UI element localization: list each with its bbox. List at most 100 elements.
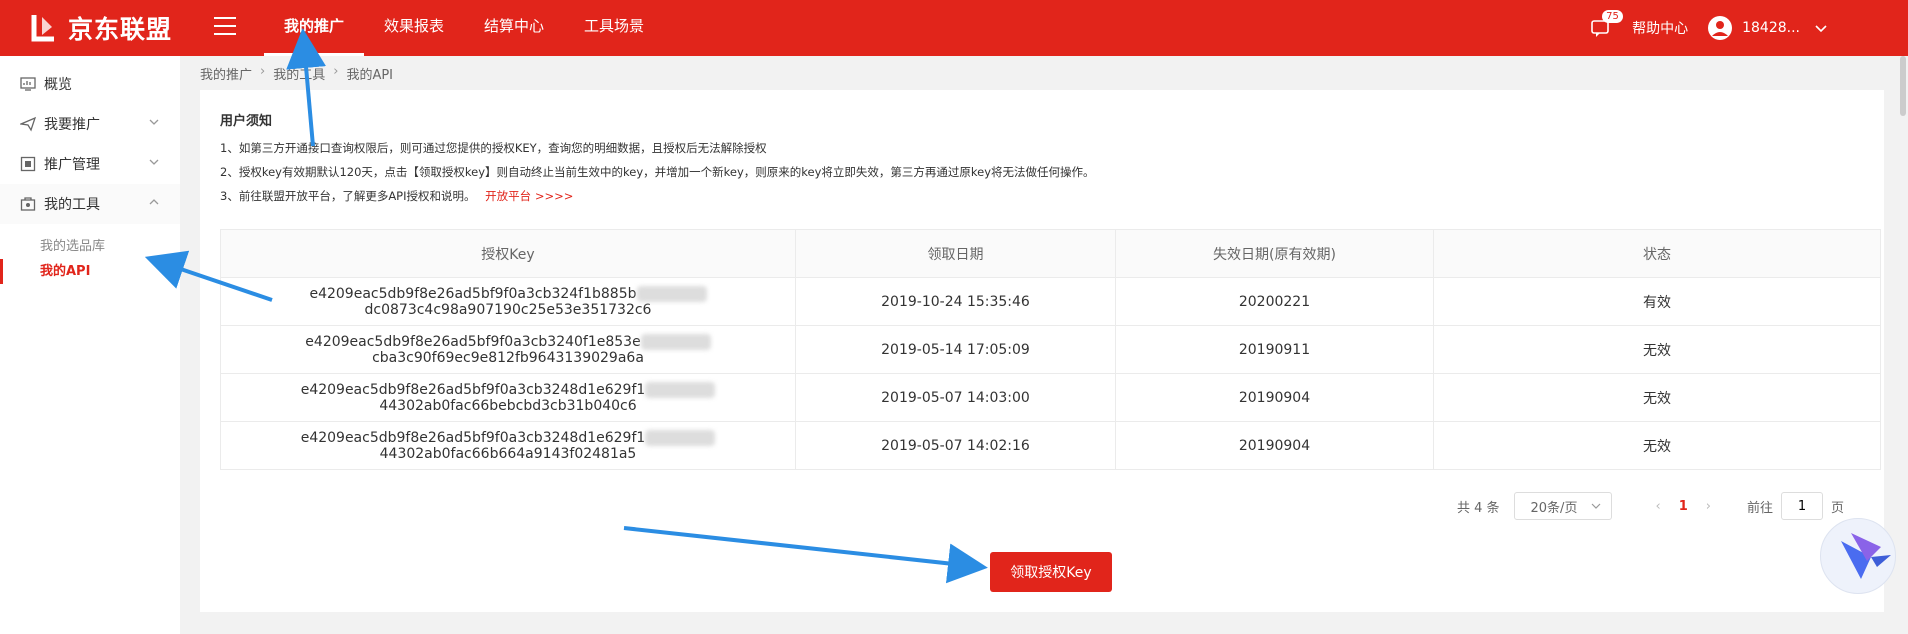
status-cell: 无效 (1433, 373, 1881, 422)
sidebar: 概览 我要推广 推广管理 我的工具 我的选品库 我的API (0, 56, 180, 634)
date-cell: 2019-05-07 14:02:16 (795, 421, 1116, 470)
key-cell: e4209eac5db9f8e26ad5bf9f0a3cb3240f1e853e… (220, 325, 796, 374)
status-cell: 有效 (1433, 277, 1881, 326)
get-auth-key-button[interactable]: 领取授权Key (990, 552, 1112, 592)
message-badge: 75 (1602, 10, 1623, 23)
expire-cell: 20190904 (1115, 373, 1434, 422)
sidebar-item-manage[interactable]: 推广管理 (0, 144, 180, 184)
status-cell: 无效 (1433, 421, 1881, 470)
expire-cell: 20190904 (1115, 421, 1434, 470)
table-header-row: 授权Key 领取日期 失效日期(原有效期) 状态 (220, 229, 1881, 278)
sidebar-item-label: 推广管理 (44, 157, 100, 173)
message-icon[interactable]: 75 (1590, 10, 1623, 38)
key-cell: e4209eac5db9f8e26ad5bf9f0a3cb324f1b885bd… (220, 277, 796, 326)
key-part-a: e4209eac5db9f8e26ad5bf9f0a3cb3240f1e853e (305, 333, 641, 350)
chevron-up-icon (149, 199, 159, 205)
expire-cell: 20200221 (1115, 277, 1434, 326)
menu-toggle-icon[interactable] (214, 17, 236, 37)
table-row: e4209eac5db9f8e26ad5bf9f0a3cb3240f1e853e… (220, 325, 1881, 374)
status-cell: 无效 (1433, 325, 1881, 374)
key-part-b: 44302ab0fac66b664a9143f02481a5 (379, 445, 637, 462)
chevron-down-icon (1591, 503, 1600, 509)
api-key-table: 授权Key 领取日期 失效日期(原有效期) 状态 e4209eac5db9f8e… (220, 229, 1881, 470)
breadcrumb-item-current: 我的API (346, 68, 394, 83)
notice-line-3: 3、前往联盟开放平台，了解更多API授权和说明。 开放平台 >>>> (220, 188, 573, 204)
sidebar-item-label: 我的工具 (44, 197, 100, 213)
sidebar-item-overview[interactable]: 概览 (0, 64, 180, 104)
page-size-select[interactable]: 20条/页 (1513, 492, 1612, 520)
goto-label: 前往 (1746, 500, 1773, 516)
sidebar-sub-item-selection[interactable]: 我的选品库 (0, 234, 180, 259)
manage-icon (20, 156, 36, 172)
dashboard-icon (20, 77, 36, 91)
column-header-status: 状态 (1433, 229, 1881, 278)
total-count: 共 4 条 (1456, 500, 1500, 516)
expire-cell: 20190911 (1115, 325, 1434, 374)
next-page-icon[interactable]: › (1706, 499, 1711, 514)
sidebar-item-label: 我要推广 (44, 117, 100, 133)
username[interactable]: 18428... (1742, 20, 1800, 36)
key-part-b: 44302ab0fac66bebcbd3cb31b040c6 (379, 397, 637, 414)
prev-page-icon[interactable]: ‹ (1656, 499, 1661, 514)
sidebar-item-tools[interactable]: 我的工具 (0, 184, 180, 224)
sidebar-sub-item-api[interactable]: 我的API (0, 259, 180, 284)
redacted-area (640, 333, 711, 350)
page-size-value: 20条/页 (1530, 500, 1578, 516)
chevron-down-icon (149, 119, 159, 125)
table-row: e4209eac5db9f8e26ad5bf9f0a3cb324f1b885bd… (220, 277, 1881, 326)
nav-reports[interactable]: 效果报表 (364, 0, 464, 56)
table-row: e4209eac5db9f8e26ad5bf9f0a3cb3248d1e629f… (220, 373, 1881, 422)
column-header-date: 领取日期 (795, 229, 1116, 278)
help-center-link[interactable]: 帮助中心 (1632, 18, 1688, 38)
main-nav: 我的推广 效果报表 结算中心 工具场景 (264, 0, 664, 56)
top-navbar: 京东联盟 我的推广 效果报表 结算中心 工具场景 75 帮助中心 18428..… (0, 0, 1908, 56)
date-cell: 2019-05-07 14:03:00 (795, 373, 1116, 422)
hummingbird-icon (1841, 533, 1891, 579)
user-avatar-icon[interactable] (1708, 16, 1733, 40)
notice-line-2: 2、授权key有效期默认120天，点击【领取授权key】则自动终止当前生效中的k… (220, 165, 1095, 179)
key-part-b: cba3c90f69ec9e812fb9643139029a6a (372, 349, 644, 366)
send-icon (20, 116, 36, 132)
redacted-area (645, 381, 716, 398)
breadcrumb-item[interactable]: 我的工具 (273, 64, 325, 83)
key-part-a: e4209eac5db9f8e26ad5bf9f0a3cb3248d1e629f… (300, 429, 646, 446)
table-row: e4209eac5db9f8e26ad5bf9f0a3cb3248d1e629f… (220, 421, 1881, 470)
column-header-key: 授权Key (220, 229, 796, 278)
sidebar-item-promote[interactable]: 我要推广 (0, 104, 180, 144)
page-number[interactable]: 1 (1679, 499, 1688, 514)
key-part-a: e4209eac5db9f8e26ad5bf9f0a3cb324f1b885b (309, 285, 637, 302)
pagination: 共 4 条 20条/页 ‹ 1 › 前往 页 (1457, 492, 1844, 520)
nav-tools[interactable]: 工具场景 (564, 0, 664, 56)
jd-union-logo[interactable]: 京东联盟 (28, 10, 172, 46)
brand-name: 京东联盟 (68, 15, 173, 44)
tools-icon (20, 197, 36, 211)
key-cell: e4209eac5db9f8e26ad5bf9f0a3cb3248d1e629f… (220, 373, 796, 422)
date-cell: 2019-05-14 17:05:09 (795, 325, 1116, 374)
column-header-expire: 失效日期(原有效期) (1115, 229, 1434, 278)
goto-page-input[interactable] (1780, 492, 1823, 520)
page-suffix: 页 (1830, 500, 1844, 516)
notice-line-1: 1、如第三方开通接口查询权限后，则可通过您提供的授权KEY，查询您的明细数据，且… (220, 141, 767, 155)
breadcrumb-separator-icon: › (333, 64, 339, 79)
scrollbar-thumb[interactable] (1900, 56, 1906, 116)
top-right-area: 75 帮助中心 18428... (1590, 0, 1828, 56)
date-cell: 2019-10-24 15:35:46 (795, 277, 1116, 326)
redacted-area (645, 429, 716, 446)
redacted-area (636, 285, 707, 302)
chevron-down-icon[interactable] (1814, 21, 1828, 35)
key-part-b: dc0873c4c98a907190c25e53e351732c6 (364, 301, 652, 318)
floating-assistant-icon[interactable] (1820, 518, 1896, 594)
main-content: 用户须知 1、如第三方开通接口查询权限后，则可通过您提供的授权KEY，查询您的明… (200, 90, 1884, 612)
breadcrumb-item[interactable]: 我的推广 (200, 64, 252, 83)
nav-settlement[interactable]: 结算中心 (464, 0, 564, 56)
open-platform-link[interactable]: 开放平台 >>>> (485, 189, 573, 203)
key-cell: e4209eac5db9f8e26ad5bf9f0a3cb3248d1e629f… (220, 421, 796, 470)
logo-mark-icon (31, 15, 54, 42)
notice-line-3-text: 3、前往联盟开放平台，了解更多API授权和说明。 (220, 189, 476, 203)
vertical-scrollbar[interactable] (1898, 56, 1908, 634)
breadcrumb: 我的推广 › 我的工具 › 我的API (200, 64, 393, 83)
chevron-down-icon (149, 159, 159, 165)
sidebar-item-label: 概览 (44, 77, 72, 93)
notice-title: 用户须知 (220, 114, 273, 129)
nav-my-promotion[interactable]: 我的推广 (264, 0, 365, 56)
